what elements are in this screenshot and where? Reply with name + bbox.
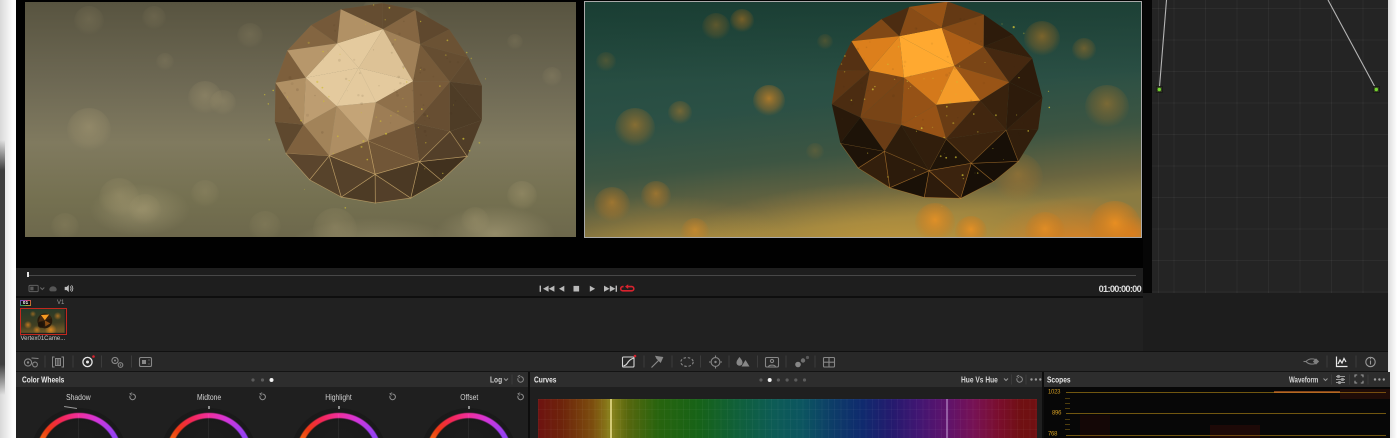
- svg-text:01:00:00:00: 01:00:00:00: [1099, 284, 1142, 294]
